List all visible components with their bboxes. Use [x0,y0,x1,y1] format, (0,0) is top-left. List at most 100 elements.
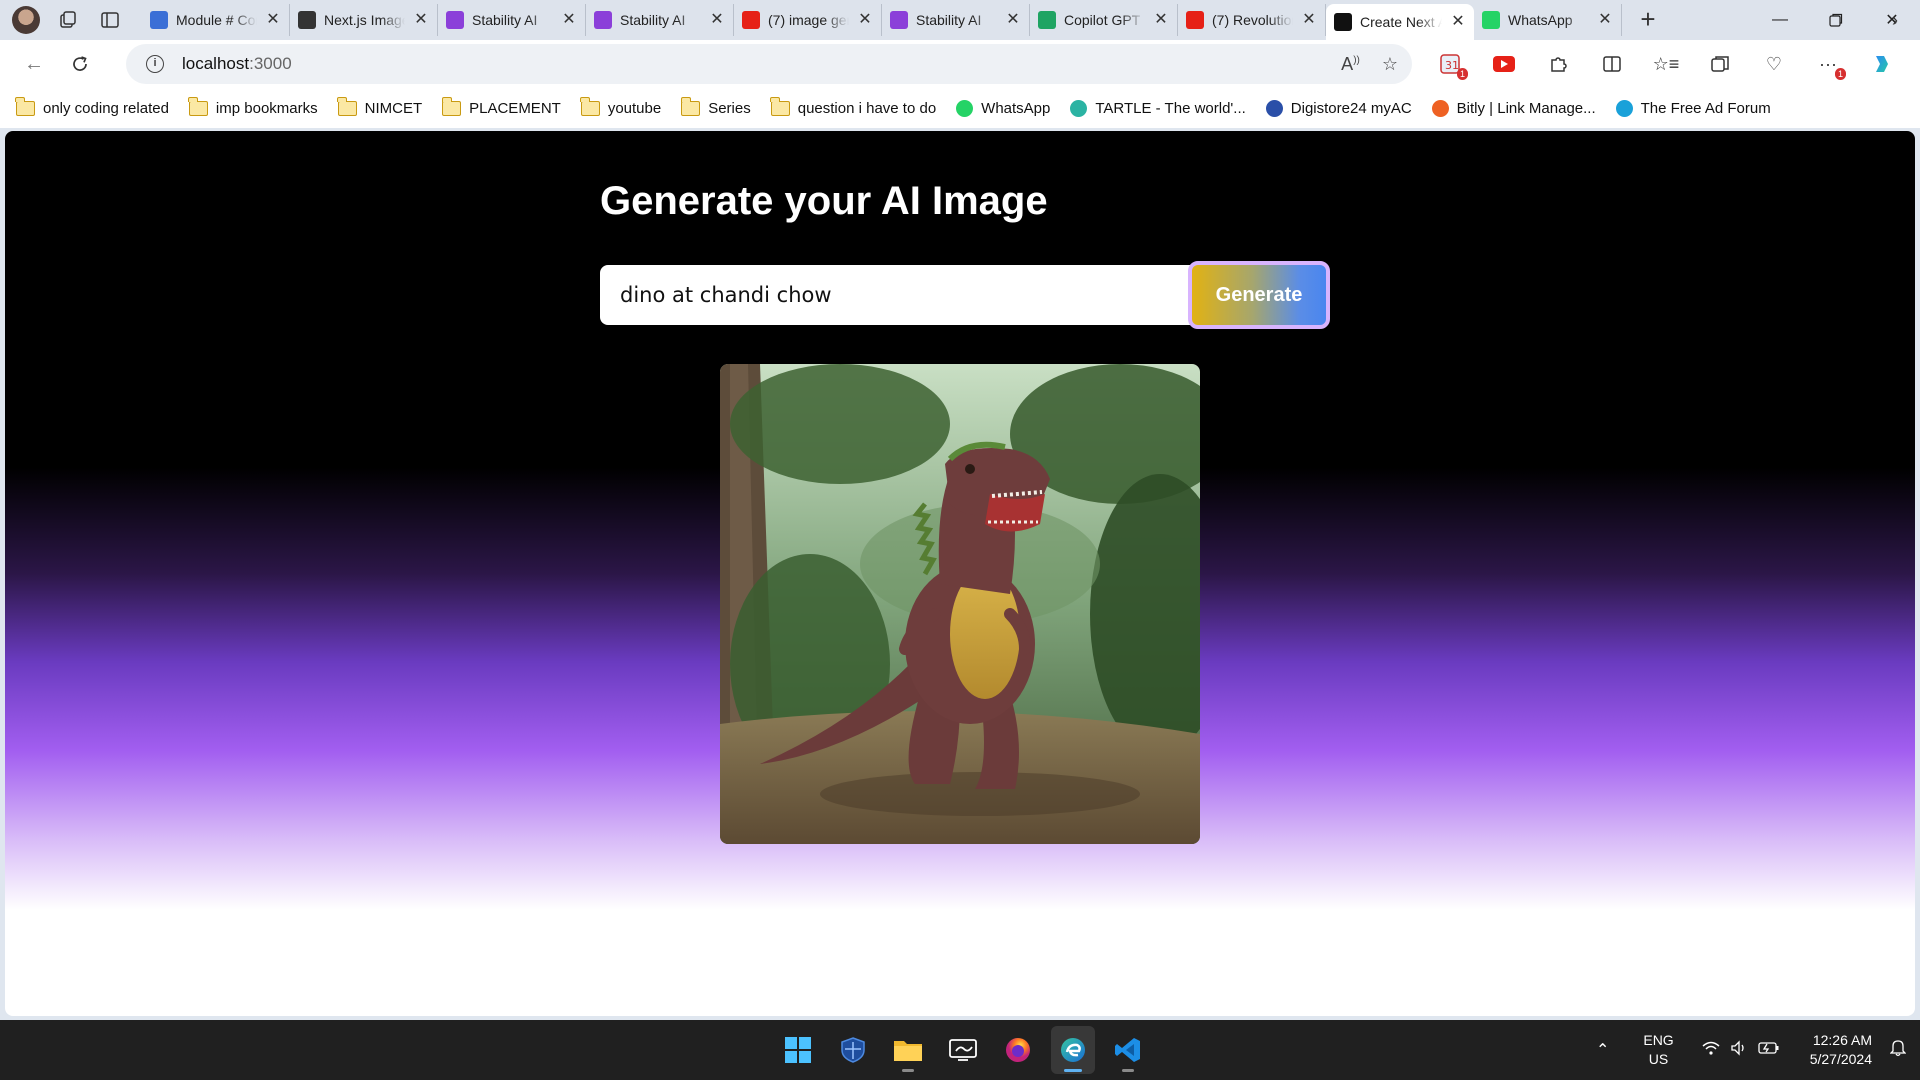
close-tab-icon[interactable]: ✕ [1450,14,1466,30]
vscode-icon[interactable] [1106,1026,1150,1074]
tray-overflow-chevron-icon[interactable]: ⌃ [1596,1040,1609,1060]
bookmarks-overflow-chevron-icon[interactable]: › [1892,10,1898,31]
folder-icon [441,96,462,116]
bookmark-favicon-icon [1265,99,1283,117]
taskbar-clock[interactable]: 12:26 AM 5/27/2024 [1810,1031,1872,1069]
extensions-puzzle-icon[interactable] [1544,50,1572,78]
browser-essentials-icon[interactable]: ♡ [1760,50,1788,78]
bookmark-folder[interactable]: question i have to do [770,96,937,117]
restore-button[interactable] [1808,0,1864,40]
bookmark-folder[interactable]: PLACEMENT [441,96,561,117]
bookmark-link[interactable]: WhatsApp [956,99,1051,117]
browser-tab[interactable]: (7) Revolution ✕ [1178,4,1326,36]
module-icon [150,11,168,29]
address-bar[interactable]: i localhost:3000 A)) ☆ [126,44,1412,84]
bookmark-link[interactable]: TARTLE - The world'... [1070,99,1246,117]
folder-icon [337,96,357,116]
remote-desktop-icon[interactable] [941,1026,985,1074]
back-button[interactable]: ← [14,44,54,84]
close-tab-icon[interactable]: ✕ [265,12,281,28]
system-tray: ⌃ ENG US 12:26 AM 5/27/2024 [1596,1020,1920,1080]
youtube-icon [1186,11,1204,29]
extension-youtube-icon[interactable] [1490,50,1518,78]
more-menu-icon[interactable]: ··· 1 [1814,50,1846,80]
browser-tab[interactable]: Create Next App ✕ [1326,4,1474,40]
volume-icon [1730,1039,1748,1061]
browser-tab[interactable]: Module # Comp... ✕ [142,4,290,36]
close-tab-icon[interactable]: ✕ [413,12,429,28]
whatsapp-icon [1482,11,1500,29]
stability-icon [890,11,908,29]
firefox-icon[interactable] [996,1026,1040,1074]
bookmark-link[interactable]: Digistore24 myAC [1265,99,1412,117]
browser-tab[interactable]: Stability AI ✕ [438,4,586,36]
stability-icon [594,11,612,29]
page-title: Generate your AI Image [600,179,1048,223]
bookmark-folder[interactable]: youtube [580,96,662,117]
extension-calendar-icon[interactable]: 31 1 [1436,50,1468,80]
reload-button[interactable] [60,44,100,84]
new-tab-button[interactable]: + [1630,4,1666,36]
close-tab-icon[interactable]: ✕ [1153,12,1169,28]
split-screen-icon[interactable] [1598,50,1626,78]
bookmark-favicon-icon [956,99,974,117]
bookmark-label: question i have to do [797,99,937,117]
bookmark-label: youtube [607,99,662,117]
browser-tab-strip: Module # Comp...✕Next.js Image Optimizat… [0,0,1920,40]
workspaces-icon[interactable] [54,6,82,34]
generate-button[interactable]: Generate [1188,261,1330,329]
close-tab-icon[interactable]: ✕ [857,12,873,28]
taskbar-apps [776,1026,1150,1074]
read-aloud-icon[interactable]: A)) [1341,54,1360,75]
bookmark-label: WhatsApp [981,99,1051,117]
bookmark-label: Bitly | Link Manage... [1456,99,1596,117]
tab-actions-icon[interactable] [96,6,124,34]
url-text[interactable]: localhost:3000 [182,54,292,74]
browser-tab[interactable]: Next.js Image Optimization ✕ [290,4,438,36]
bookmark-label: only coding related [43,99,169,117]
openai-icon [298,11,316,29]
edge-icon[interactable] [1051,1026,1095,1074]
bookmark-link[interactable]: Bitly | Link Manage... [1431,99,1596,117]
bookmark-folder[interactable]: Series [680,96,751,117]
close-tab-icon[interactable]: ✕ [561,12,577,28]
site-info-icon[interactable]: i [146,55,164,73]
windows-start-icon[interactable] [776,1026,820,1074]
profile-avatar[interactable] [12,6,40,34]
notification-bell-icon[interactable] [1889,1039,1907,1062]
wifi-icon [1702,1040,1720,1061]
system-status-icons[interactable] [1702,1039,1780,1061]
browser-tab[interactable]: (7) image generation ✕ [734,4,882,36]
minimize-button[interactable]: — [1752,0,1808,40]
folder-icon [15,96,35,116]
close-tab-icon[interactable]: ✕ [1005,12,1021,28]
copilot-icon[interactable] [1868,50,1896,78]
generated-image [720,364,1200,844]
close-tab-icon[interactable]: ✕ [1597,12,1613,28]
prompt-input[interactable] [600,265,1190,325]
bookmark-folder[interactable]: NIMCET [337,96,422,117]
tab-title: (7) Revolution [1212,12,1293,28]
browser-tab[interactable]: Stability AI ✕ [882,4,1030,36]
close-tab-icon[interactable]: ✕ [709,12,725,28]
bookmark-label: imp bookmarks [215,99,318,117]
favorite-star-icon[interactable]: ☆ [1382,54,1398,75]
favorites-icon[interactable]: ☆≡ [1652,50,1680,78]
browser-tab[interactable]: Copilot GPT ✕ [1030,4,1178,36]
defender-icon[interactable] [831,1026,875,1074]
bookmark-folder[interactable]: imp bookmarks [188,96,318,117]
browser-tab[interactable]: Stability AI ✕ [586,4,734,36]
collections-icon[interactable] [1706,50,1734,78]
bookmark-favicon-icon [1070,99,1088,117]
bookmarks-bar: only coding related imp bookmarks NIMCET PL… [0,88,1920,128]
browser-tab[interactable]: WhatsApp ✕ [1474,4,1622,36]
bookmark-folder[interactable]: only coding related [15,96,169,117]
close-tab-icon[interactable]: ✕ [1301,12,1317,28]
bookmark-link[interactable]: The Free Ad Forum [1615,99,1771,117]
input-language[interactable]: ENG US [1643,1031,1673,1069]
folder-icon [580,96,600,116]
tabstrip-lead [0,0,124,40]
tab-list: Module # Comp...✕Next.js Image Optimizat… [142,0,1622,40]
file-explorer-icon[interactable] [886,1026,930,1074]
copilot-icon [1038,11,1056,29]
